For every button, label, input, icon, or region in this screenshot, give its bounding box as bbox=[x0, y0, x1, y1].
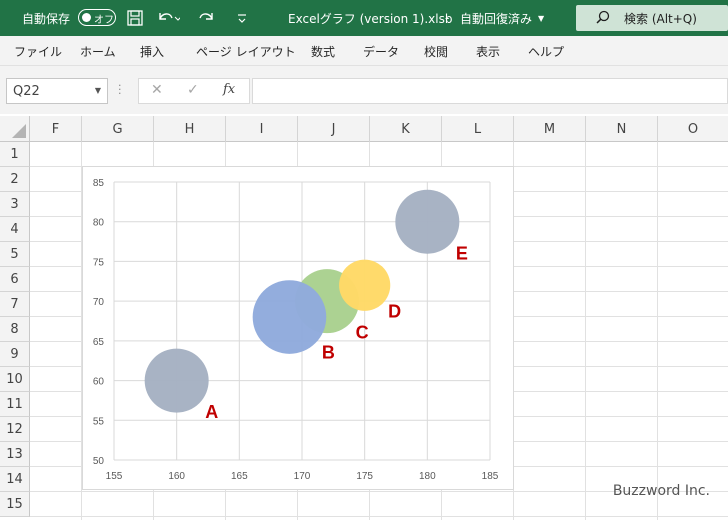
search-label: 検索 (Alt+Q) bbox=[624, 11, 697, 26]
x-tick-label: 185 bbox=[482, 471, 499, 482]
y-tick-label: 55 bbox=[93, 416, 105, 427]
file-name: Excelグラフ (version 1).xlsb bbox=[288, 11, 453, 26]
select-all-icon bbox=[12, 124, 26, 138]
chart-plot: 155 160 165 170 175 180 185 50 55 60 65 70 75 80 85 A CD… bbox=[93, 178, 499, 482]
row-header[interactable]: 13 bbox=[0, 442, 30, 467]
name-box-value: Q22 bbox=[13, 83, 40, 99]
y-tick-label: 85 bbox=[93, 178, 105, 189]
tab-data[interactable]: データ bbox=[363, 36, 399, 66]
column-header[interactable]: H bbox=[154, 116, 226, 142]
data-label-e: E bbox=[456, 243, 468, 263]
data-label-d: D bbox=[388, 302, 401, 322]
tab-page-layout[interactable]: ページ レイアウト bbox=[196, 36, 296, 66]
row-header[interactable]: 3 bbox=[0, 192, 30, 217]
enter-icon[interactable]: ✓ bbox=[187, 82, 199, 98]
column-header[interactable]: J bbox=[298, 116, 370, 142]
row-header[interactable]: 2 bbox=[0, 167, 30, 192]
drag-handle-icon[interactable]: · · · bbox=[118, 80, 122, 99]
y-tick-label: 50 bbox=[93, 456, 105, 467]
tab-view[interactable]: 表示 bbox=[476, 36, 500, 66]
data-label-b: B bbox=[322, 342, 335, 362]
tab-help[interactable]: ヘルプ bbox=[528, 36, 564, 66]
autosave-state: オフ bbox=[94, 15, 114, 26]
formula-buttons: ✕ ✓ fx bbox=[138, 78, 250, 104]
row-header[interactable]: 6 bbox=[0, 267, 30, 292]
column-header[interactable]: M bbox=[514, 116, 586, 142]
y-tick-label: 70 bbox=[93, 297, 105, 308]
row-header[interactable]: 15 bbox=[0, 492, 30, 517]
x-tick-label: 175 bbox=[356, 471, 373, 482]
save-icon[interactable] bbox=[126, 0, 144, 36]
tab-home[interactable]: ホーム bbox=[80, 36, 116, 66]
data-label-c: C bbox=[356, 323, 369, 343]
column-header[interactable]: L bbox=[442, 116, 514, 142]
x-tick-label: 165 bbox=[231, 471, 248, 482]
column-header[interactable]: N bbox=[586, 116, 658, 142]
row-header[interactable]: 7 bbox=[0, 292, 30, 317]
row-header[interactable]: 1 bbox=[0, 142, 30, 167]
chevron-down-icon[interactable]: ▼ bbox=[95, 86, 101, 95]
row-header[interactable]: 11 bbox=[0, 392, 30, 417]
save-status[interactable]: 自動回復済み ▼ bbox=[460, 0, 544, 36]
customize-icon[interactable] bbox=[236, 0, 248, 36]
row-header[interactable]: 14 bbox=[0, 467, 30, 492]
formula-input[interactable] bbox=[252, 78, 728, 104]
toggle-knob bbox=[82, 13, 91, 22]
y-tick-label: 60 bbox=[93, 377, 105, 388]
autosave-toggle[interactable]: オフ bbox=[78, 9, 116, 26]
name-box[interactable]: Q22 ▼ bbox=[6, 78, 108, 104]
bubble-e bbox=[395, 189, 460, 254]
column-headers: F G H I J K L M N O bbox=[0, 116, 728, 142]
column-header[interactable]: G bbox=[82, 116, 154, 142]
y-tick-label: 65 bbox=[93, 337, 105, 348]
bubble-a bbox=[144, 348, 209, 413]
select-all-button[interactable] bbox=[0, 116, 30, 142]
row-header[interactable]: 12 bbox=[0, 417, 30, 442]
x-tick-label: 170 bbox=[294, 471, 311, 482]
x-tick-label: 160 bbox=[168, 471, 185, 482]
data-label-a: A bbox=[205, 402, 218, 422]
search-icon bbox=[596, 10, 610, 27]
redo-icon[interactable] bbox=[196, 0, 220, 36]
row-header[interactable]: 8 bbox=[0, 317, 30, 342]
x-tick-label: 180 bbox=[419, 471, 436, 482]
bubble-chart[interactable]: 155 160 165 170 175 180 185 50 55 60 65 70 75 80 85 A C D… bbox=[82, 166, 514, 490]
tab-formulas[interactable]: 数式 bbox=[311, 36, 335, 66]
ribbon-tabs: ファイル ホーム 挿入 ページ レイアウト 数式 データ 校閲 表示 ヘルプ bbox=[0, 36, 728, 66]
row-header[interactable]: 4 bbox=[0, 217, 30, 242]
undo-icon[interactable] bbox=[156, 0, 180, 36]
bubble-d bbox=[339, 259, 391, 311]
chevron-down-icon: ▼ bbox=[538, 13, 545, 23]
formula-bar: Q22 ▼ · · · ✕ ✓ fx bbox=[0, 66, 728, 114]
y-tick-label: 75 bbox=[93, 257, 105, 268]
row-header[interactable]: 9 bbox=[0, 342, 30, 367]
x-tick-label: 155 bbox=[106, 471, 123, 482]
insert-function-icon[interactable]: fx bbox=[223, 82, 235, 97]
search-box[interactable]: 検索 (Alt+Q) bbox=[576, 5, 728, 31]
row-header[interactable]: 10 bbox=[0, 367, 30, 392]
column-header[interactable]: O bbox=[658, 116, 728, 142]
y-tick-label: 80 bbox=[93, 218, 105, 229]
bubble-b bbox=[252, 280, 327, 354]
row-header[interactable]: 5 bbox=[0, 242, 30, 267]
title-bar: 自動保存 オフ Excelグラフ (version 1).xlsb - 自動回復… bbox=[0, 0, 728, 36]
column-header[interactable]: I bbox=[226, 116, 298, 142]
cancel-icon[interactable]: ✕ bbox=[151, 82, 163, 98]
title-separator: - bbox=[445, 11, 450, 25]
tab-review[interactable]: 校閲 bbox=[424, 36, 448, 66]
tab-file[interactable]: ファイル bbox=[14, 36, 62, 66]
column-header[interactable]: F bbox=[30, 116, 82, 142]
save-status-text: 自動回復済み bbox=[460, 11, 533, 26]
tab-insert[interactable]: 挿入 bbox=[140, 36, 164, 66]
autosave-label: 自動保存 bbox=[22, 11, 71, 26]
watermark: Buzzword Inc. bbox=[612, 483, 710, 499]
column-header[interactable]: K bbox=[370, 116, 442, 142]
